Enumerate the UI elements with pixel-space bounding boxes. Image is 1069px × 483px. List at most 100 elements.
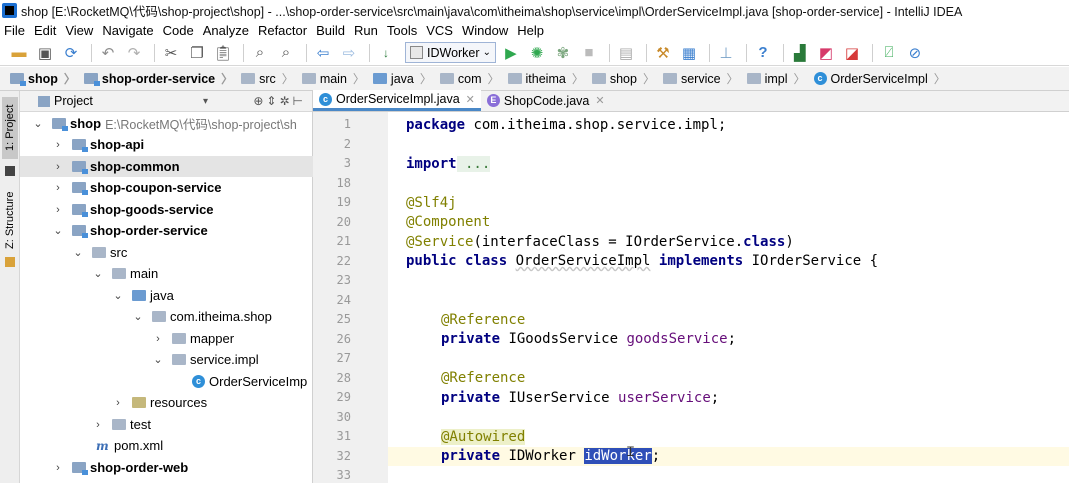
breadcrumb-itheima[interactable]: itheima 〉 [504, 70, 588, 87]
breadcrumb-shop-package[interactable]: shop 〉 [588, 70, 659, 87]
breadcrumb-shop[interactable]: shop 〉 [6, 70, 80, 87]
breadcrumb-java[interactable]: java 〉 [369, 70, 436, 87]
menu-edit[interactable]: Edit [34, 23, 56, 38]
breadcrumb-impl[interactable]: impl 〉 [743, 70, 810, 87]
menu-view[interactable]: View [65, 23, 93, 38]
tab-orderserviceimpl-java[interactable]: c OrderServiceImpl.java ✕ [313, 90, 481, 111]
chevron-right-icon[interactable]: › [52, 161, 64, 173]
chevron-right-icon[interactable]: › [112, 397, 124, 409]
stop-icon[interactable]: ■ [578, 42, 600, 64]
nav-back-icon[interactable]: ⇦ [312, 42, 334, 64]
replace-icon[interactable]: ⌕ [275, 42, 297, 64]
breadcrumb-main[interactable]: main 〉 [298, 70, 369, 87]
help-icon[interactable]: ? [752, 42, 774, 64]
find-icon[interactable]: ⌕ [249, 42, 271, 64]
tab-shopcode-java[interactable]: E ShopCode.java ✕ [481, 90, 611, 111]
tree-item-shop-common[interactable]: › shop-common [20, 156, 313, 177]
chevron-right-icon[interactable]: › [52, 139, 64, 151]
breadcrumb-orderserviceimpl[interactable]: c OrderServiceImpl 〉 [810, 70, 950, 87]
tree-item-mapper[interactable]: › mapper [20, 328, 313, 349]
tree-item-java[interactable]: ⌄ java [20, 285, 313, 306]
gear-icon[interactable]: ✲ [279, 94, 292, 108]
chevron-down-icon[interactable]: ▾ [203, 96, 208, 107]
open-icon[interactable]: ▬ [8, 42, 30, 64]
chevron-right-icon[interactable]: › [52, 182, 64, 194]
sync-icon[interactable]: ⟳ [60, 42, 82, 64]
tree-item-main[interactable]: ⌄ main [20, 263, 313, 284]
tree-item-shop-order-service[interactable]: ⌄ shop-order-service [20, 220, 313, 241]
project-view-select[interactable]: Project [54, 94, 93, 108]
vcs-icon[interactable]: ⊥ [715, 42, 737, 64]
forward-icon[interactable]: ↷ [123, 42, 145, 64]
coverage-icon[interactable]: ✾ [552, 42, 574, 64]
run-icon[interactable]: ▶ [500, 42, 522, 64]
menu-run[interactable]: Run [354, 23, 378, 38]
menu-analyze[interactable]: Analyze [203, 23, 249, 38]
close-icon[interactable]: ✕ [595, 94, 604, 107]
build-icon[interactable]: ↓ [375, 42, 397, 64]
tree-item-pom-xml[interactable]: m pom.xml [20, 435, 313, 456]
chevron-down-icon[interactable]: ⌄ [92, 267, 104, 280]
sdk-icon[interactable]: ▦ [678, 42, 700, 64]
layout-icon[interactable]: ▤ [615, 42, 637, 64]
tab-structure[interactable]: Z: Structure [2, 189, 18, 251]
block-icon[interactable]: ⊘ [904, 42, 926, 64]
activity-icon[interactable]: ⍁ [878, 42, 900, 64]
close-icon[interactable]: ✕ [466, 93, 475, 106]
selected-identifier[interactable]: idWorker [584, 448, 652, 464]
debug-icon[interactable]: ✺ [526, 42, 548, 64]
menu-tools[interactable]: Tools [387, 23, 417, 38]
menu-build[interactable]: Build [316, 23, 345, 38]
copy-icon[interactable]: ❐ [186, 42, 208, 64]
nav-forward-icon[interactable]: ⇨ [338, 42, 360, 64]
structure-icon[interactable] [5, 257, 15, 267]
chevron-right-icon[interactable]: › [52, 462, 64, 474]
cut-icon[interactable]: ✂ [160, 42, 182, 64]
menu-vcs[interactable]: VCS [426, 23, 453, 38]
run-configuration-select[interactable]: IDWorker ⌄ [405, 42, 496, 63]
favorites-icon[interactable] [5, 166, 15, 176]
tool2-icon[interactable]: ◪ [841, 42, 863, 64]
menu-file[interactable]: File [4, 23, 25, 38]
breadcrumb-src[interactable]: src 〉 [237, 70, 298, 87]
locate-icon[interactable]: ⊕ [253, 94, 266, 108]
paste-icon[interactable]: 📋︎ [212, 42, 234, 64]
tree-item-resources[interactable]: › resources [20, 392, 313, 413]
tree-item-shop[interactable]: ⌄ shop E:\RocketMQ\代码\shop-project\sh [20, 113, 313, 134]
tree-item-com-itheima-shop[interactable]: ⌄ com.itheima.shop [20, 306, 313, 327]
tree-item-shop-api[interactable]: › shop-api [20, 134, 313, 155]
menu-navigate[interactable]: Navigate [102, 23, 153, 38]
chevron-right-icon[interactable]: › [92, 419, 104, 431]
code-editor[interactable]: package com.itheima.shop.service.impl; i… [388, 112, 1069, 483]
chevron-down-icon[interactable]: ⌄ [52, 224, 64, 237]
chevron-right-icon[interactable]: › [152, 333, 164, 345]
breadcrumb-shop-order-service[interactable]: shop-order-service 〉 [80, 70, 237, 87]
tab-project[interactable]: 1: Project [2, 97, 18, 159]
collapse-icon[interactable]: ⇕ [266, 94, 279, 108]
back-icon[interactable]: ↶ [97, 42, 119, 64]
chevron-right-icon[interactable]: › [52, 204, 64, 216]
plugin-icon[interactable]: ▟ [789, 42, 811, 64]
breadcrumb-service[interactable]: service 〉 [659, 70, 743, 87]
chevron-down-icon[interactable]: ⌄ [132, 310, 144, 323]
chevron-down-icon[interactable]: ⌄ [72, 246, 84, 259]
project-structure-icon[interactable]: ⚒ [652, 42, 674, 64]
breadcrumb-com[interactable]: com 〉 [436, 70, 504, 87]
menu-refactor[interactable]: Refactor [258, 23, 307, 38]
tree-item-shop-goods-service[interactable]: › shop-goods-service [20, 199, 313, 220]
tree-item-test[interactable]: › test [20, 414, 313, 435]
tree-item-src[interactable]: ⌄ src [20, 242, 313, 263]
tool1-icon[interactable]: ◩ [815, 42, 837, 64]
menu-help[interactable]: Help [517, 23, 544, 38]
chevron-down-icon[interactable]: ⌄ [32, 117, 44, 130]
tree-item-shop-order-web[interactable]: › shop-order-web [20, 457, 313, 478]
menu-code[interactable]: Code [163, 23, 194, 38]
hide-icon[interactable]: ⊢ [293, 94, 306, 108]
tree-item-orderserviceimpl[interactable]: c OrderServiceImp [20, 371, 313, 392]
chevron-down-icon[interactable]: ⌄ [112, 289, 124, 302]
save-icon[interactable]: ▣ [34, 42, 56, 64]
menu-window[interactable]: Window [462, 23, 508, 38]
tree-item-shop-coupon-service[interactable]: › shop-coupon-service [20, 177, 313, 198]
tree-item-service-impl[interactable]: ⌄ service.impl [20, 349, 313, 370]
chevron-down-icon[interactable]: ⌄ [152, 353, 164, 366]
